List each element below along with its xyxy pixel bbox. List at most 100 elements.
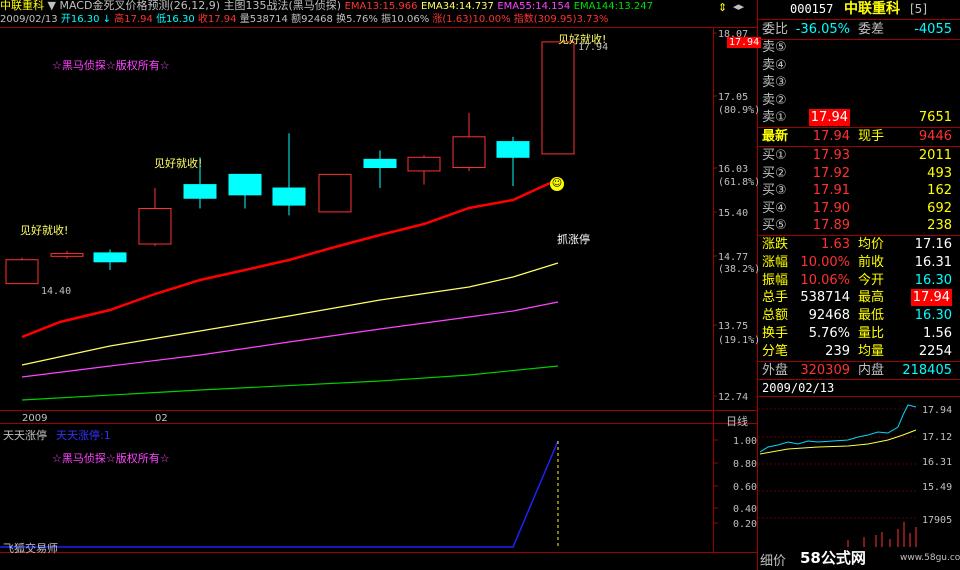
site-url: www.58gu.com bbox=[900, 553, 960, 563]
bid-price: 17.89 bbox=[812, 218, 850, 234]
site-logo: 58公式网 bbox=[800, 549, 866, 567]
ema-lines bbox=[21, 181, 559, 401]
take-profit-label-2: 见好就收! bbox=[154, 157, 203, 170]
bid-row: 买⑤ 17.89 238 bbox=[762, 218, 952, 234]
ask-row: 卖⑤ bbox=[762, 40, 787, 55]
stat-row: 分笔 239 均量 2254 bbox=[762, 343, 952, 359]
y-axis-label: (19.1%) bbox=[718, 335, 760, 346]
ema34-line bbox=[21, 262, 559, 366]
bid-row: 买① 17.93 2011 bbox=[762, 148, 952, 163]
ask-volume: 7651 bbox=[918, 110, 952, 126]
info-index: 指数(309.95)3.73% bbox=[513, 14, 609, 25]
candle bbox=[93, 249, 127, 270]
bid-volume: 2011 bbox=[918, 148, 952, 163]
stat-row: 涨幅 10.00% 前收 16.31 bbox=[762, 254, 952, 270]
candle-body bbox=[138, 208, 172, 245]
x-label-year: 2009 bbox=[22, 413, 48, 424]
mini-y-label: 17.12 bbox=[922, 432, 952, 443]
smiley-icon: ☺ bbox=[550, 177, 564, 191]
candle-body bbox=[496, 141, 530, 158]
bid-price: 17.92 bbox=[812, 165, 850, 181]
mini-y-label: 15.49 bbox=[922, 482, 952, 493]
sub-chart-title[interactable]: 天天涨停 bbox=[3, 427, 47, 443]
stat-row: 涨跌 1.63 均价 17.16 bbox=[762, 237, 952, 252]
formula-name[interactable]: MACD金死叉价格预测(26,12,9) bbox=[59, 0, 220, 12]
period-label[interactable]: 日线 bbox=[726, 413, 748, 429]
mini-y-label: 17.94 bbox=[922, 405, 952, 416]
sub-y-axis-label: 1.00 bbox=[733, 436, 757, 447]
stat-row: 振幅 10.06% 今开 16.30 bbox=[762, 272, 952, 288]
candle-body bbox=[5, 259, 39, 285]
mini-y-label: 16.31 bbox=[922, 457, 952, 468]
mini-chart-date: 2009/02/13 bbox=[762, 381, 835, 395]
intraday-mini-chart: 17.94 17.12 16.31 15.49 17905 bbox=[758, 397, 960, 547]
tick-price-tab[interactable]: 细价 bbox=[760, 550, 786, 569]
bid-volume: 238 bbox=[927, 218, 952, 234]
candle bbox=[228, 173, 262, 209]
ask-row: 卖③ bbox=[762, 75, 787, 91]
stat-row: 换手 5.76% 量比 1.56 bbox=[762, 326, 952, 341]
stat-row: 总额 92468 最低 16.30 bbox=[762, 308, 952, 324]
current-price-tag: 17.94 bbox=[727, 37, 762, 48]
candle bbox=[138, 188, 172, 247]
bid-volume: 493 bbox=[927, 165, 952, 181]
info-volume: 量538714 bbox=[239, 14, 288, 25]
candle-body bbox=[363, 158, 397, 169]
main-chart-name[interactable]: 主图135战法(黑马侦探) bbox=[224, 0, 342, 12]
candle-body bbox=[228, 173, 262, 196]
bid-row: 买② 17.92 493 bbox=[762, 165, 952, 181]
sub-y-axis-label: 0.20 bbox=[733, 519, 757, 530]
ema144-line bbox=[21, 365, 559, 401]
bid-row: 买④ 17.90 692 bbox=[762, 200, 952, 216]
y-axis-label: 14.77 bbox=[718, 252, 748, 263]
high-price-label: 17.94 bbox=[578, 42, 609, 53]
quote-panel: 000157 中联重科 [5] 委比 -36.05% 委差 -4055 卖⑤ 卖④… bbox=[758, 0, 960, 570]
latest-row: 最新 17.94 现手 9446 bbox=[762, 129, 952, 144]
y-axis-label: 12.74 bbox=[718, 392, 748, 403]
mini-volume-label: 17905 bbox=[922, 515, 952, 526]
info-date: 2009/02/13 bbox=[0, 14, 58, 25]
candlestick-series bbox=[5, 41, 575, 285]
dropdown-icon[interactable]: ▼ bbox=[48, 0, 56, 12]
quote-stock-name: 中联重科 bbox=[844, 1, 900, 17]
ask-price: 17.94 bbox=[808, 109, 850, 127]
info-close: 收17.94 bbox=[197, 14, 237, 25]
ema55-line bbox=[21, 301, 559, 378]
ema13-label: EMA13:15.966 bbox=[344, 1, 418, 12]
expand-icon[interactable]: ◂▸ bbox=[733, 0, 744, 13]
candle-body bbox=[318, 173, 352, 213]
info-bar: 2009/02/13 开16.30 ↓ 高17.94 低16.30 收17.94… bbox=[0, 13, 756, 27]
y-axis-label: 16.03 bbox=[718, 164, 748, 175]
bid-volume: 692 bbox=[927, 200, 952, 216]
ask-row: 卖① 17.94 7651 bbox=[762, 109, 952, 127]
info-low: 低16.30 bbox=[156, 14, 195, 25]
info-amplitude: 振10.06% bbox=[381, 14, 430, 25]
stat-row: 总手 538714 最高 17.94 bbox=[762, 289, 952, 307]
candle bbox=[363, 150, 397, 189]
ask-row: 卖④ bbox=[762, 57, 787, 73]
candle-body bbox=[50, 253, 84, 257]
bid-row: 买③ 17.91 162 bbox=[762, 183, 952, 199]
sub-chart-watermark: ☆黑马侦探☆版权所有☆ bbox=[52, 452, 170, 465]
info-open: 开16.30 bbox=[60, 14, 100, 25]
candle-body bbox=[272, 187, 306, 206]
candle-body bbox=[452, 136, 486, 169]
y-axis-label: 13.75 bbox=[718, 321, 748, 332]
y-axis-label: (61.8%) bbox=[718, 177, 760, 188]
sub-chart-indicator: 天天涨停:1 bbox=[56, 429, 111, 442]
y-axis-label: 15.40 bbox=[718, 208, 748, 219]
limit-up-label: 抓涨停 bbox=[557, 233, 590, 246]
sub-y-axis-label: 0.80 bbox=[733, 459, 757, 470]
info-turnover: 换5.76% bbox=[336, 14, 378, 25]
candle bbox=[50, 250, 84, 259]
low-price-label: 14.40 bbox=[41, 286, 72, 297]
candle-body bbox=[407, 156, 441, 172]
down-arrow-icon: ↓ bbox=[102, 14, 112, 25]
bid-price: 17.91 bbox=[812, 183, 850, 199]
candle bbox=[272, 133, 306, 216]
take-profit-label-1: 见好就收! bbox=[20, 224, 69, 237]
ema55-label: EMA55:14.154 bbox=[497, 1, 571, 12]
candle bbox=[452, 112, 486, 171]
y-axis-label: (80.9%) bbox=[718, 105, 760, 116]
candle bbox=[541, 41, 575, 155]
